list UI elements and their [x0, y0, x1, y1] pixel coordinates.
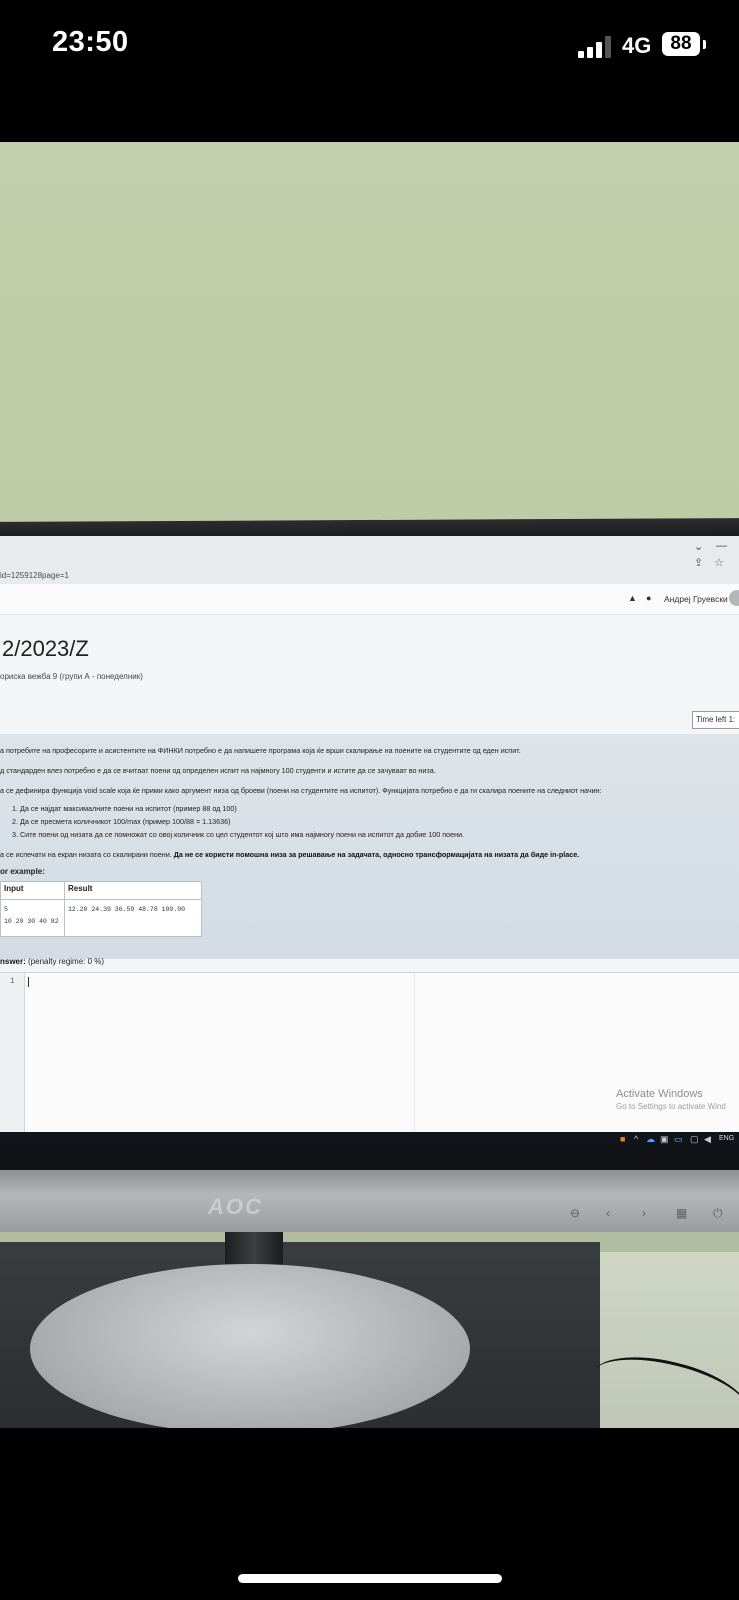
- text-cursor: [28, 977, 29, 987]
- question-step-3: 3. Сите поени од низата да се помножат с…: [12, 830, 465, 839]
- example-col-result: Result: [68, 884, 93, 893]
- example-table: Input Result 5 10 20 30 40 82 12.20 24.3…: [0, 881, 202, 937]
- code-editor[interactable]: 1 Activate Windows Go to Settings to act…: [0, 972, 739, 1148]
- battery-tip: [703, 40, 706, 49]
- home-indicator[interactable]: [238, 1574, 502, 1583]
- example-result-line-1: 12.20 24.39 36.59 48.78 100.00: [68, 906, 186, 913]
- browser-toolbar: ⌄ — ⇪ ☆ id=1259128page=1: [0, 536, 739, 585]
- bell-icon[interactable]: ▲: [628, 593, 637, 603]
- status-bar: 23:50 4G 88: [0, 0, 739, 142]
- user-bar: ▲ ● Андреј Груевски: [0, 584, 739, 615]
- activate-windows-subtitle: Go to Settings to activate Wind: [616, 1102, 726, 1111]
- monitor-chin: [0, 1170, 739, 1232]
- monitor-power-icon: ⏻: [713, 1206, 723, 1220]
- question-para-2: д стандарден влез потребно е да се вчита…: [0, 766, 436, 775]
- answer-label-text: nswer:: [0, 957, 26, 966]
- activate-windows-title: Activate Windows: [616, 1088, 703, 1100]
- share-icon[interactable]: ⇪: [694, 556, 703, 569]
- chevron-up-icon[interactable]: ^: [634, 1134, 638, 1144]
- question-para-1: а потребите на професорите и асистентите…: [0, 746, 521, 755]
- question-para-4-text: а се испечати на екран низата со скалира…: [0, 850, 172, 859]
- monitor-bottom-bezel: [0, 1148, 739, 1170]
- line-number: 1: [10, 977, 15, 986]
- example-heading: or example:: [0, 867, 45, 876]
- display-icon[interactable]: ▭: [674, 1134, 683, 1145]
- example-col-input: Input: [4, 884, 24, 893]
- status-time: 23:50: [52, 26, 129, 58]
- battery-icon: 88: [662, 32, 700, 56]
- penalty-note: (penalty regime: 0 %): [28, 957, 105, 966]
- bookmark-star-icon[interactable]: ☆: [714, 556, 724, 569]
- page-title: 2/2023/Z: [2, 636, 89, 661]
- chat-icon[interactable]: ●: [646, 593, 651, 603]
- app-icon[interactable]: ■: [620, 1134, 625, 1144]
- table-divider: [1, 899, 201, 900]
- avatar[interactable]: [729, 590, 739, 606]
- question-step-2: 2. Да се пресмета количникот 100/max (пр…: [12, 817, 231, 826]
- taskbar: ■ ^ ☁ ▣ ▭ ▢ ◀ ENG: [0, 1132, 739, 1148]
- monitor-right-icon: ›: [642, 1206, 646, 1220]
- answer-label: nswer: (penalty regime: 0 %): [0, 957, 104, 966]
- network-icon[interactable]: ▣: [660, 1134, 669, 1145]
- language-indicator[interactable]: ENG: [719, 1135, 734, 1142]
- monitor-icon[interactable]: ▢: [690, 1134, 699, 1145]
- question-para-4: а се испечати на екран низата со скалира…: [0, 850, 579, 859]
- monitor-input-icon: ⊖: [570, 1206, 581, 1220]
- monitor-menu-icon: ▦: [676, 1206, 688, 1220]
- volume-icon[interactable]: ◀: [704, 1134, 711, 1145]
- breadcrumb[interactable]: ориска вежба 9 (групи А - понеделник): [0, 672, 143, 681]
- table-column-divider: [64, 882, 65, 936]
- signal-icon: [578, 34, 616, 58]
- editor-divider: [414, 973, 415, 1141]
- photo-scene: ⌄ — ⇪ ☆ id=1259128page=1 ▲ ● Андреј Груе…: [0, 142, 739, 1428]
- example-input-line-2: 10 20 30 40 82: [4, 918, 59, 925]
- cloud-icon[interactable]: ☁: [646, 1134, 655, 1145]
- address-bar[interactable]: id=1259128page=1: [0, 571, 69, 580]
- timer-badge: Time left 1:: [692, 711, 739, 729]
- user-name[interactable]: Андреј Груевски: [664, 594, 728, 604]
- question-step-1: 1. Да се најдат максималните поени на ис…: [12, 804, 237, 813]
- minimize-icon[interactable]: —: [716, 540, 727, 552]
- example-input-line-1: 5: [4, 906, 8, 913]
- editor-gutter: 1: [0, 973, 25, 1141]
- question-para-4-bold: Да не се користи помошна низа за решавањ…: [173, 850, 580, 859]
- monitor-screen: ⌄ — ⇪ ☆ id=1259128page=1 ▲ ● Андреј Груе…: [0, 536, 739, 1148]
- question-para-3: а се дефинира функција void scale која ќ…: [0, 786, 602, 795]
- network-type: 4G: [622, 33, 652, 58]
- monitor-stand-base: [30, 1264, 470, 1428]
- monitor-brand-logo: AOC: [208, 1194, 263, 1219]
- question-box: а потребите на професорите и асистентите…: [0, 734, 739, 966]
- chevron-down-icon[interactable]: ⌄: [694, 540, 703, 553]
- monitor-left-icon: ‹: [606, 1206, 610, 1220]
